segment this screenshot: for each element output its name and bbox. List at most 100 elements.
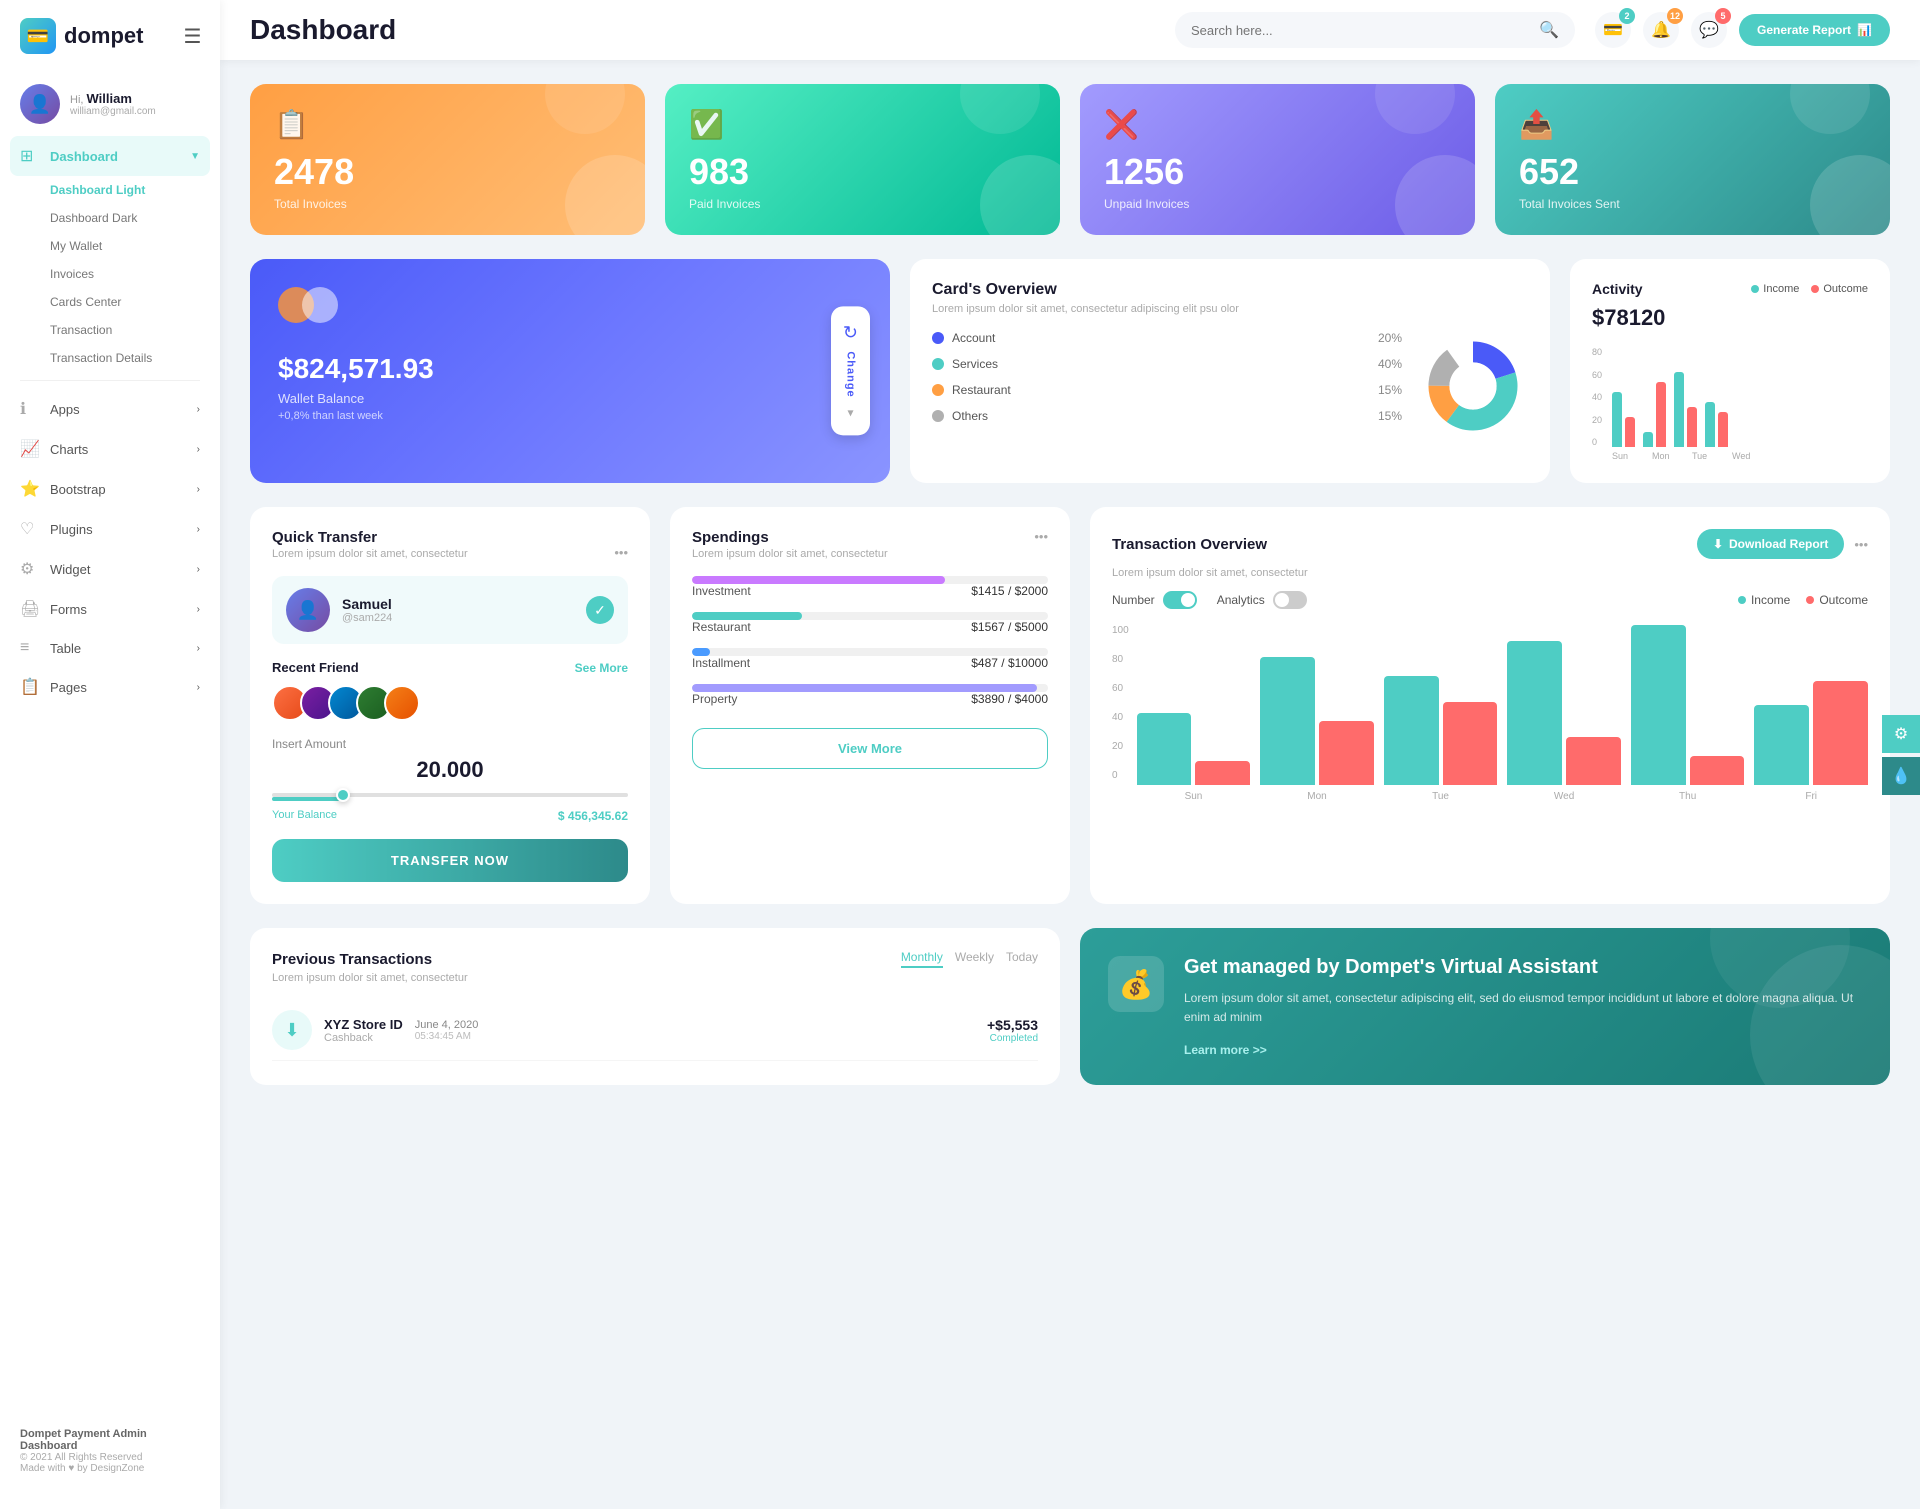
- number-toggle-switch[interactable]: [1163, 591, 1197, 609]
- spending-name-restaurant: Restaurant: [692, 620, 751, 634]
- toggle-number: Number: [1112, 591, 1197, 609]
- settings-panel-btn[interactable]: ⚙: [1882, 715, 1920, 753]
- sidebar-item-plugins[interactable]: ♡ Plugins ›: [0, 509, 220, 549]
- tab-monthly[interactable]: Monthly: [901, 950, 943, 968]
- sidebar-sub-dashboard-light[interactable]: Dashboard Light: [0, 176, 220, 204]
- qt-more-btn[interactable]: •••: [614, 545, 628, 560]
- donut-svg: [1418, 331, 1528, 441]
- sidebar-item-bootstrap[interactable]: ⭐ Bootstrap ›: [0, 469, 220, 509]
- stat-card-total-sent: 📤 652 Total Invoices Sent: [1495, 84, 1890, 235]
- bell-icon-btn[interactable]: 🔔 12: [1643, 12, 1679, 48]
- search-bar[interactable]: 🔍: [1175, 12, 1575, 48]
- download-report-button[interactable]: ⬇ Download Report: [1697, 529, 1844, 559]
- wallet-label: Wallet Balance: [278, 391, 862, 406]
- hamburger-icon[interactable]: ☰: [163, 6, 221, 67]
- chat-icon-btn[interactable]: 💬 5: [1691, 12, 1727, 48]
- amount-value: 20.000: [272, 757, 628, 783]
- sidebar-sub-my-wallet[interactable]: My Wallet: [0, 232, 220, 260]
- qt-subtitle: Lorem ipsum dolor sit amet, consectetur: [272, 548, 468, 560]
- outcome-legend: Outcome: [1811, 283, 1868, 295]
- chevron-right-icon: ›: [197, 682, 200, 693]
- page-title: Dashboard: [250, 14, 396, 46]
- sidebar-item-label: Forms: [50, 602, 87, 617]
- chart-icon: 📊: [1857, 23, 1872, 37]
- content-area: 📋 2478 Total Invoices ✅ 983 Paid Invoice…: [220, 60, 1920, 1509]
- stat-card-unpaid-invoices: ❌ 1256 Unpaid Invoices: [1080, 84, 1475, 235]
- legend-account: Account 20%: [932, 331, 1402, 345]
- sidebar-item-label: Table: [50, 641, 81, 656]
- chevron-right-icon: ›: [197, 643, 200, 654]
- sidebar-item-apps[interactable]: ℹ Apps ›: [0, 389, 220, 429]
- plugins-icon: ♡: [20, 519, 40, 539]
- friend-avatar-5: [384, 685, 420, 721]
- spending-amount-restaurant: $1567 / $5000: [971, 620, 1048, 634]
- generate-report-button[interactable]: Generate Report 📊: [1739, 14, 1890, 46]
- chevron-right-icon: ›: [197, 564, 200, 575]
- to-more-btn[interactable]: •••: [1854, 537, 1868, 552]
- spending-item-property: Property $3890 / $4000: [692, 684, 1048, 706]
- amount-slider[interactable]: [272, 793, 628, 801]
- analytics-toggle-switch[interactable]: [1273, 591, 1307, 609]
- sidebar-item-widget[interactable]: ⚙ Widget ›: [0, 549, 220, 589]
- change-button[interactable]: ↻ Change ▾: [831, 306, 870, 435]
- qt-user: 👤 Samuel @sam224 ✓: [272, 576, 628, 644]
- tab-today[interactable]: Today: [1006, 950, 1038, 968]
- gear-icon: ⚙: [1894, 724, 1908, 744]
- x-label-tue: Tue: [1384, 791, 1498, 802]
- activity-bar-chart: 0 20 40 60 80: [1592, 347, 1868, 461]
- toggle-analytics: Analytics: [1217, 591, 1307, 609]
- sidebar-footer: Dompet Payment Admin Dashboard © 2021 Al…: [0, 1413, 220, 1489]
- pages-icon: 📋: [20, 677, 40, 697]
- sidebar-item-pages[interactable]: 📋 Pages ›: [0, 667, 220, 707]
- outcome-bar-wed: [1718, 412, 1728, 447]
- sidebar-sub-transaction[interactable]: Transaction: [0, 316, 220, 344]
- spendings-more-btn[interactable]: •••: [1034, 529, 1048, 544]
- transfer-now-button[interactable]: TRANSFER NOW: [272, 839, 628, 882]
- sidebar-item-dashboard[interactable]: ⊞ Dashboard ▼: [10, 136, 210, 176]
- day-label-tue: Tue: [1692, 451, 1718, 461]
- tx-time: 05:34:45 AM: [415, 1031, 479, 1042]
- tab-weekly[interactable]: Weekly: [955, 950, 994, 968]
- unpaid-invoices-label: Unpaid Invoices: [1104, 197, 1451, 211]
- wallet-badge: 2: [1619, 8, 1635, 24]
- cards-overview-content: Account 20% Services 40% Restaurant 15%: [932, 331, 1528, 441]
- tx-type: Cashback: [324, 1032, 403, 1044]
- sidebar-item-charts[interactable]: 📈 Charts ›: [0, 429, 220, 469]
- legend-pct-services: 40%: [1378, 357, 1402, 371]
- sidebar-sub-dashboard-dark[interactable]: Dashboard Dark: [0, 204, 220, 232]
- day-label-sun: Sun: [1612, 451, 1638, 461]
- wallet-icon-btn[interactable]: 💳 2: [1595, 12, 1631, 48]
- water-panel-btn[interactable]: 💧: [1882, 757, 1920, 795]
- balance-label: Your Balance: [272, 809, 337, 823]
- day-label-wed: Wed: [1732, 451, 1758, 461]
- download-icon: ⬇: [1713, 537, 1723, 551]
- bar-group-mon-to: [1260, 657, 1374, 785]
- income-bar-wed: [1705, 402, 1715, 447]
- toggle-number-label: Number: [1112, 593, 1155, 607]
- transaction-overview-card: Transaction Overview ⬇ Download Report •…: [1090, 507, 1890, 904]
- card-circle-grey: [302, 287, 338, 323]
- bottom-row: Quick Transfer Lorem ipsum dolor sit ame…: [250, 507, 1890, 904]
- x-label-wed: Wed: [1507, 791, 1621, 802]
- header: Dashboard 🔍 💳 2 🔔 12 💬 5 Generate Report…: [220, 0, 1920, 60]
- search-icon: 🔍: [1539, 20, 1559, 40]
- income-bar-mon: [1643, 432, 1653, 447]
- sidebar-item-forms[interactable]: 🖨 Forms ›: [0, 589, 220, 629]
- table-icon: ≡: [20, 639, 40, 657]
- tx-name: XYZ Store ID: [324, 1017, 403, 1032]
- sidebar-sub-cards-center[interactable]: Cards Center: [0, 288, 220, 316]
- sidebar-item-table[interactable]: ≡ Table ›: [0, 629, 220, 667]
- legend-pct-others: 15%: [1378, 409, 1402, 423]
- paid-invoices-label: Paid Invoices: [689, 197, 1036, 211]
- x-label-sun: Sun: [1137, 791, 1251, 802]
- see-more-link[interactable]: See More: [575, 661, 628, 675]
- sidebar-sub-transaction-details[interactable]: Transaction Details: [0, 344, 220, 372]
- view-more-button[interactable]: View More: [692, 728, 1048, 769]
- sidebar-sub-invoices[interactable]: Invoices: [0, 260, 220, 288]
- sidebar-user: 👤 Hi, William william@gmail.com: [0, 72, 220, 136]
- logo: 💳 dompet: [0, 0, 163, 72]
- spending-item-restaurant: Restaurant $1567 / $5000: [692, 612, 1048, 634]
- income-label-to: Income: [1751, 593, 1790, 607]
- search-input[interactable]: [1191, 23, 1531, 38]
- sidebar: 💳 dompet ☰ 👤 Hi, William william@gmail.c…: [0, 0, 220, 1509]
